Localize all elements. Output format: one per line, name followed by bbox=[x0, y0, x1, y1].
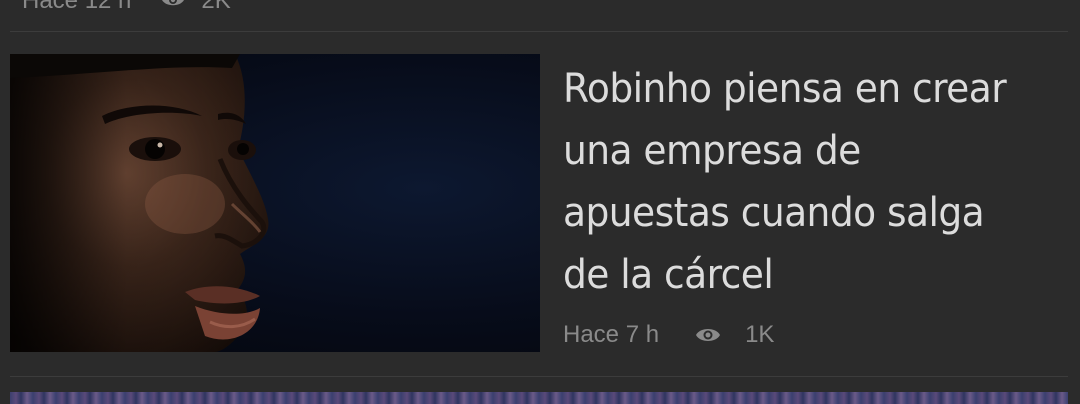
eye-icon bbox=[695, 326, 721, 344]
next-article-thumbnail[interactable] bbox=[10, 392, 1068, 404]
previous-article-time: Hace 12 h bbox=[22, 0, 132, 14]
previous-article-views: 2K bbox=[201, 0, 231, 14]
article-meta: Hace 7 h 1K bbox=[563, 318, 774, 352]
divider bbox=[10, 376, 1068, 377]
portrait-photo-icon bbox=[10, 54, 269, 352]
article-time: Hace 7 h bbox=[563, 321, 660, 348]
previous-article-meta: Hace 12 h 2K bbox=[22, 0, 231, 16]
divider bbox=[10, 31, 1068, 32]
eye-icon bbox=[161, 0, 185, 15]
article-thumbnail[interactable] bbox=[10, 54, 540, 352]
article-title[interactable]: Robinho piensa en crear una empresa de a… bbox=[563, 58, 1038, 306]
article-card[interactable]: Robinho piensa en crear una empresa de a… bbox=[10, 54, 1068, 352]
article-views: 1K bbox=[745, 321, 775, 348]
